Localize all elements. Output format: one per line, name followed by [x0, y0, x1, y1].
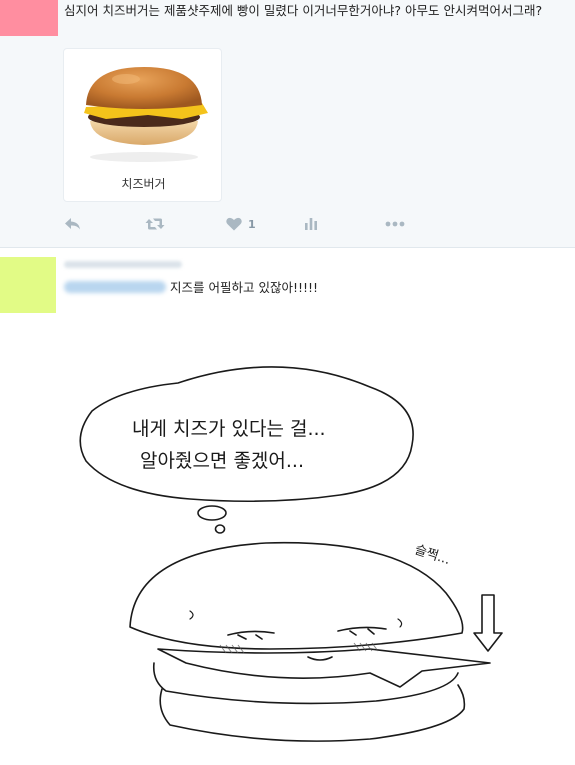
card-caption: 치즈버거	[121, 177, 166, 191]
tweet-text-line: 지즈를 어필하고 있잖아!!!!!	[64, 277, 318, 296]
bubble-line-1: 내게 치즈가 있다는 걸...	[132, 418, 326, 440]
cheeseburger-image	[84, 67, 208, 162]
blurred-author	[64, 261, 184, 269]
more-icon	[385, 221, 405, 227]
bubble-line-2: 알아줬으면 좋겠어...	[140, 450, 304, 472]
reply-icon	[65, 218, 80, 230]
arrow-icon	[473, 594, 503, 652]
tweet-text: 심지어 치즈버거는 제품샷주제에 빵이 밀렸다 이거너무한거아냐? 아무도 안시…	[64, 3, 543, 18]
product-card[interactable]: 치즈버거	[63, 48, 222, 202]
retweet-button[interactable]	[145, 212, 165, 236]
tweet-text: 지즈를 어필하고 있잖아!!!!!	[170, 280, 319, 295]
analytics-button[interactable]	[304, 212, 318, 236]
like-button[interactable]: 1	[226, 212, 256, 236]
thought-bubble-large	[197, 505, 227, 521]
thought-bubble-small	[214, 524, 226, 534]
mouth	[307, 656, 333, 661]
more-button[interactable]	[385, 212, 405, 236]
burger-top-bun	[129, 541, 464, 650]
heart-icon	[226, 217, 242, 231]
blurred-mention[interactable]	[64, 280, 166, 293]
avatar[interactable]	[0, 257, 56, 313]
analytics-icon	[305, 218, 317, 230]
like-count: 1	[248, 217, 256, 231]
burger-patty	[152, 662, 459, 705]
right-eye	[337, 626, 387, 636]
tweet-actions: 1	[0, 212, 575, 236]
reply-button[interactable]	[64, 212, 81, 236]
tweet-2: 지즈를 어필하고 있잖아!!!!! 내게 치즈가 있다는 걸... 알아줬으면 …	[0, 249, 575, 765]
avatar[interactable]	[0, 0, 58, 36]
left-eye	[227, 630, 275, 640]
retweet-icon	[145, 218, 165, 230]
comic-illustration: 내게 치즈가 있다는 걸... 알아줬으면 좋겠어... 슬쩍...	[79, 366, 503, 742]
annotation-text: 슬쩍...	[413, 543, 452, 568]
cheese-slice	[157, 648, 491, 688]
tweet-1: 심지어 치즈버거는 제품샷주제에 빵이 밀렸다 이거너무한거아냐? 아무도 안시…	[0, 0, 575, 248]
